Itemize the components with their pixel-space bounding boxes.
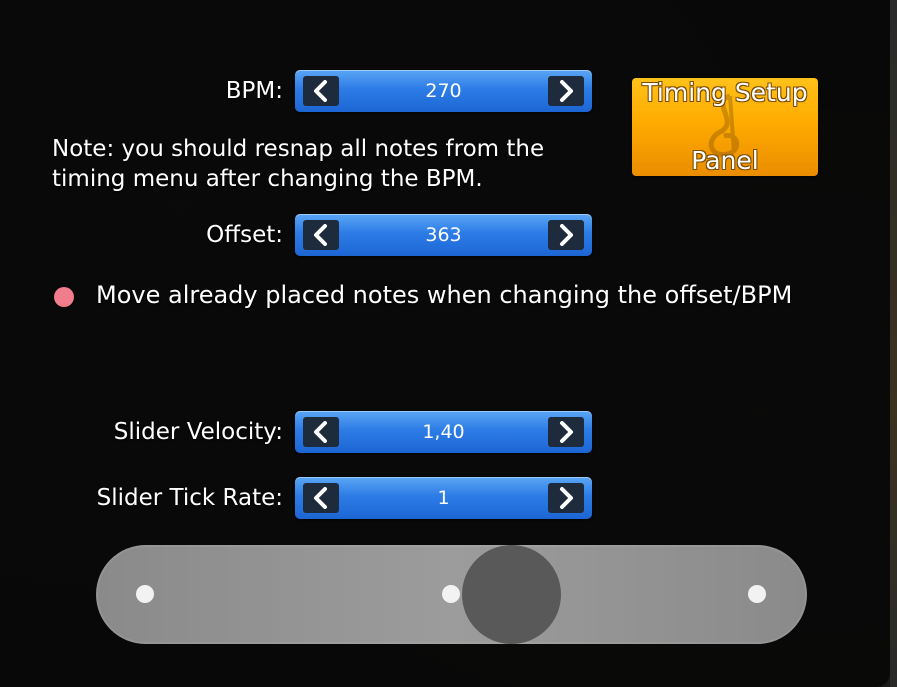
move-notes-toggle[interactable] <box>54 287 74 307</box>
chevron-right-icon <box>560 224 573 246</box>
bpm-increase-button[interactable] <box>548 76 584 106</box>
chevron-left-icon <box>314 80 327 102</box>
offset-decrease-button[interactable] <box>303 220 339 250</box>
background-edge <box>890 0 897 687</box>
bpm-decrease-button[interactable] <box>303 76 339 106</box>
slider-velocity-label: Slider Velocity: <box>113 419 283 445</box>
slider-tick-start <box>136 585 154 603</box>
bpm-stepper[interactable]: 270 <box>295 70 592 112</box>
timing-setup-label-line1: Timing Setup <box>642 78 808 107</box>
chevron-right-icon <box>560 421 573 443</box>
slider-velocity-value: 1,40 <box>422 421 465 443</box>
chevron-left-icon <box>314 421 327 443</box>
chevron-right-icon <box>560 80 573 102</box>
slider-ball <box>462 545 561 644</box>
move-notes-label[interactable]: Move already placed notes when changing … <box>96 281 792 309</box>
bpm-value: 270 <box>425 80 462 102</box>
offset-stepper[interactable]: 363 <box>295 214 592 256</box>
slider-velocity-decrease-button[interactable] <box>303 417 339 447</box>
chevron-left-icon <box>314 487 327 509</box>
slider-tick-rate-value: 1 <box>437 487 450 509</box>
offset-value: 363 <box>425 224 462 246</box>
timing-setup-label-line2: Panel <box>691 146 759 175</box>
bpm-label: BPM: <box>225 78 283 104</box>
offset-increase-button[interactable] <box>548 220 584 250</box>
timing-setup-panel-button[interactable]: Timing Setup Panel <box>632 78 818 176</box>
slider-preview <box>96 545 807 644</box>
editor-settings-panel: BPM: 270 Note: you should resnap all not… <box>0 0 890 687</box>
slider-tick-rate-increase-button[interactable] <box>548 483 584 513</box>
offset-label: Offset: <box>206 222 283 248</box>
slider-velocity-increase-button[interactable] <box>548 417 584 447</box>
slider-tick-end <box>748 585 766 603</box>
chevron-right-icon <box>560 487 573 509</box>
slider-tick-rate-stepper[interactable]: 1 <box>295 477 592 519</box>
slider-velocity-stepper[interactable]: 1,40 <box>295 411 592 453</box>
slider-tick-rate-decrease-button[interactable] <box>303 483 339 513</box>
slider-tick-rate-label: Slider Tick Rate: <box>96 485 283 511</box>
resnap-note: Note: you should resnap all notes from t… <box>52 136 545 192</box>
chevron-left-icon <box>314 224 327 246</box>
slider-tick-middle <box>442 585 460 603</box>
